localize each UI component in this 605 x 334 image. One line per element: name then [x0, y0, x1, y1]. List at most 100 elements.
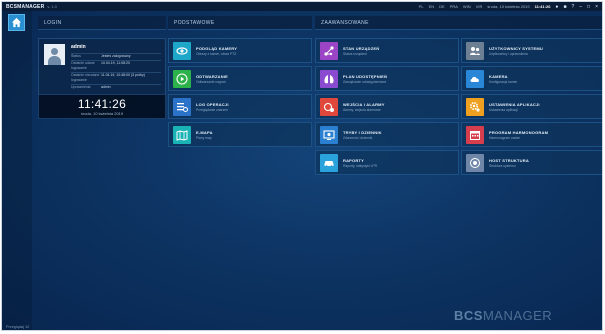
alarm-icon [320, 97, 338, 116]
login-row-label: Ostatnie udane logowanie [71, 60, 95, 71]
tile-subtitle: Ustawienia aplikacji [489, 107, 518, 112]
log-list-icon [173, 97, 191, 116]
tile-title: USTAWIENIA APLIKACJI [489, 101, 540, 107]
tile-title: WEJŚCIA I ALARMY [343, 101, 385, 107]
topbar-date: środa, 10 kwietnia 2019 [487, 4, 530, 9]
close-icon[interactable]: × [595, 4, 598, 10]
maximize-icon[interactable]: □ [587, 4, 590, 10]
tile-live-view[interactable]: PODGLĄD KAMERY Obrazy z kamer, obraz PTZ [168, 38, 312, 63]
minimize-icon[interactable]: – [579, 4, 582, 10]
app-window: BCSMANAGER v. 1.0 PL EN DE PRA WIN VIR ś… [1, 1, 603, 331]
car-icon [320, 153, 338, 172]
tile-subtitle: Harmonogram zadań [489, 135, 520, 140]
login-info-row: Status Jesteś zalogowany [71, 53, 161, 60]
logo-bold: BCS [454, 308, 483, 323]
home-button[interactable] [8, 14, 25, 31]
topbar-item[interactable]: EN [429, 4, 435, 9]
login-username: admin [71, 44, 86, 50]
tile-emap[interactable]: E-MAPA Plany map [168, 122, 312, 147]
tile-sharing-plan[interactable]: PLAN UDOSTĘPNIEŃ Zarządzanie udostępnien… [315, 66, 459, 91]
devices-icon [320, 41, 338, 60]
login-info-row: Ostatnie udane logowanie 10.04.19, 11:08… [71, 59, 161, 72]
tile-subtitle: Zarządzanie udostępnieniami [343, 79, 387, 84]
tile-subtitle: Odtwarzanie nagrań [196, 79, 226, 84]
tile-title: ODTWARZANIE [196, 73, 228, 79]
tile-title: KAMERA [489, 73, 508, 79]
left-sidebar [2, 11, 32, 330]
tile-title: HOST STRUKTURA [489, 157, 529, 163]
login-row-label: Ostatnie nieudane logowanie [71, 72, 100, 83]
lock-icon[interactable]: ■ [563, 4, 566, 10]
topbar-item[interactable]: WIN [463, 4, 471, 9]
brand-name: BCSMANAGER [6, 3, 45, 10]
brand-version: v. 1.0 [47, 4, 57, 9]
tile-system-users[interactable]: UŻYTKOWNICY SYSTEMU Użytkownicy i uprawn… [461, 38, 602, 63]
eye-icon [173, 41, 191, 60]
footer-label: Przeglądaj 10 [6, 325, 30, 329]
tile-modes-journal[interactable]: TRYBY I DZIENNIK Zdarzenia i dziennik [315, 122, 459, 147]
section-header-basic: PODSTAWOWE [168, 16, 312, 30]
login-row-label: Status [71, 54, 81, 58]
topbar-item[interactable]: PRA [450, 4, 458, 9]
top-bar: BCSMANAGER v. 1.0 PL EN DE PRA WIN VIR ś… [2, 2, 602, 11]
tile-reports[interactable]: RAPORTY Raporty, statystyki LPR [315, 150, 459, 175]
logo-light: MANAGER [482, 308, 553, 323]
login-row-value: 11.04.19, 10:48:00 (3 próby) [101, 72, 145, 77]
login-row-value: admin [101, 84, 111, 89]
tile-title: PODGLĄD KAMERY [196, 45, 238, 51]
tile-subtitle: Status urządzeń [343, 51, 367, 56]
login-panel: admin Status Jesteś zalogowany Ostatnie … [38, 38, 166, 95]
tile-playback[interactable]: ODTWARZANIE Odtwarzanie nagrań [168, 66, 312, 91]
clock-panel: 11:41:26 środa, 10 kwietnia 2019 [38, 94, 166, 119]
section-header-advanced: ZAAWANSOWANE [315, 16, 602, 30]
tile-subtitle: Obrazy z kamer, obraz PTZ [196, 51, 237, 56]
tile-schedule[interactable]: PROGRAM HARMONOGRAM Harmonogram zadań [461, 122, 602, 147]
tile-subtitle: Struktura systemu [489, 163, 516, 168]
tile-subtitle: Zdarzenia i dziennik [343, 135, 373, 140]
topbar-item[interactable]: PL [419, 4, 424, 9]
section-header-login: LOGIN [38, 16, 166, 30]
tile-title: PLAN UDOSTĘPNIEŃ [343, 73, 388, 79]
lungs-icon [320, 69, 338, 88]
tile-operation-log[interactable]: LOG OPERACJI Przeglądanie zdarzeń [168, 94, 312, 119]
topbar-time: 11:41:26 [534, 4, 551, 9]
clock-date: środa, 10 kwietnia 2019 [80, 111, 124, 116]
host-icon [466, 153, 484, 172]
cloud-icon [466, 69, 484, 88]
tile-title: PROGRAM HARMONOGRAM [489, 129, 549, 135]
tile-title: LOG OPERACJI [196, 101, 229, 107]
gear-icon [466, 97, 484, 116]
tile-app-settings[interactable]: USTAWIENIA APLIKACJI Ustawienia aplikacj… [461, 94, 602, 119]
tile-title: STAN URZĄDZEŃ [343, 45, 380, 51]
map-icon [173, 125, 191, 144]
tile-title: TRYBY I DZIENNIK [343, 129, 382, 135]
tile-subtitle: Przeglądanie zdarzeń [196, 107, 228, 112]
login-info-row: Uprawnienia admin [71, 83, 161, 91]
tile-subtitle: Raporty, statystyki LPR [343, 163, 378, 168]
tile-camera[interactable]: KAMERA Konfiguracja kamer [461, 66, 602, 91]
monitor-icon [320, 125, 338, 144]
login-row-value: 10.04.19, 11:08:20 [101, 60, 130, 65]
help-icon[interactable]: ? [571, 4, 574, 10]
tile-subtitle: Użytkownicy i uprawnienia [489, 51, 528, 56]
avatar [44, 44, 65, 65]
tile-subtitle: Konfiguracja kamer [489, 79, 518, 84]
tile-host-structure[interactable]: HOST STRUKTURA Struktura systemu [461, 150, 602, 175]
play-icon [173, 69, 191, 88]
home-icon [11, 17, 22, 28]
top-bar-status: PL EN DE PRA WIN VIR środa, 10 kwietnia … [419, 4, 598, 10]
topbar-item[interactable]: DE [439, 4, 445, 9]
calendar-icon [466, 125, 484, 144]
clock-time: 11:41:26 [77, 97, 127, 111]
users-icon [466, 41, 484, 60]
login-row-value: Jesteś zalogowany [101, 54, 131, 58]
bcs-manager-logo: BCSMANAGER [454, 308, 552, 323]
tile-subtitle: Alarmy, wejścia alarmowe [343, 107, 381, 112]
tile-subtitle: Plany map [196, 135, 212, 140]
tile-device-status[interactable]: STAN URZĄDZEŃ Status urządzeń [315, 38, 459, 63]
tile-inputs-alarms[interactable]: WEJŚCIA I ALARMY Alarmy, wejścia alarmow… [315, 94, 459, 119]
tile-title: UŻYTKOWNICY SYSTEMU [489, 45, 543, 51]
topbar-item[interactable]: VIR [476, 4, 483, 9]
user-icon[interactable]: ● [555, 4, 558, 10]
tile-title: E-MAPA [196, 129, 213, 135]
